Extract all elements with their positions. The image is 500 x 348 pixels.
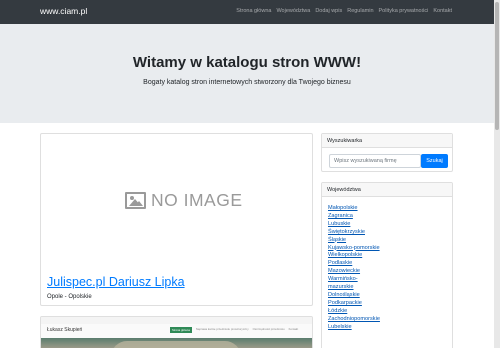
search-widget: Wyszukiwarka Szukaj bbox=[321, 133, 453, 172]
thumbnail-header: Łukasz Skupień Strona główna Naprawa kar… bbox=[41, 324, 312, 338]
listing-title-link[interactable]: Julispec.pl Dariusz Lipka bbox=[47, 275, 185, 289]
region-link[interactable]: Wielkopolskie bbox=[328, 252, 448, 260]
nav-link-terms[interactable]: Regulamin bbox=[347, 8, 373, 14]
hero-banner: Witamy w katalogu stron WWW! Bogaty kata… bbox=[0, 24, 494, 123]
thumbnail-topbar bbox=[41, 317, 312, 324]
search-widget-header: Wyszukiwarka bbox=[322, 134, 452, 148]
page-scrollbar[interactable] bbox=[494, 0, 500, 348]
listing-card: Łukasz Skupień Strona główna Naprawa kar… bbox=[40, 316, 313, 348]
region-link[interactable]: Podkarpackie bbox=[328, 300, 448, 308]
nav-link-home[interactable]: Strona główna bbox=[236, 8, 271, 14]
region-link[interactable]: Dolnośląskie bbox=[328, 292, 448, 300]
region-link[interactable]: Lubuskie bbox=[328, 221, 448, 229]
listing-location: Opole - Opolskie bbox=[47, 294, 92, 300]
nav-link-privacy[interactable]: Polityka prywatności bbox=[379, 8, 429, 14]
no-image-label: NO IMAGE bbox=[151, 190, 243, 210]
region-link[interactable]: mazurskie bbox=[328, 284, 448, 292]
site-brand-link[interactable]: www.ciam.pl bbox=[40, 6, 87, 16]
regions-list: Małopolskie Zagranica Lubuskie Świętokrz… bbox=[328, 205, 448, 332]
thumbnail-nav: Strona główna Naprawa karnie przedmiotu … bbox=[170, 327, 298, 333]
thumbnail-nav-item: Kontakt bbox=[288, 327, 299, 331]
image-placeholder-icon bbox=[125, 192, 146, 209]
nav-link-add-entry[interactable]: Dodaj wpis bbox=[315, 8, 342, 14]
listing-placeholder-image[interactable]: NO IMAGE bbox=[125, 189, 245, 219]
region-link[interactable]: Zagranica bbox=[328, 213, 448, 221]
thumbnail-nav-item: Strona główna bbox=[170, 327, 192, 333]
regions-widget-title: Województwa bbox=[327, 187, 361, 193]
top-navbar: www.ciam.pl Strona główna Województwa Do… bbox=[0, 0, 494, 24]
region-link[interactable]: Śląskie bbox=[328, 237, 448, 245]
region-link[interactable]: Warmińsko- bbox=[328, 276, 448, 284]
region-link[interactable]: Kujawsko-pomorskie bbox=[328, 245, 448, 253]
region-link[interactable]: Lubelskie bbox=[328, 324, 448, 332]
thumbnail-nav-item: Naprawa karnie przedmiotu prowizoryczny bbox=[195, 327, 249, 331]
nav-link-contact[interactable]: Kontakt bbox=[433, 8, 452, 14]
region-link[interactable]: Łódzkie bbox=[328, 308, 448, 316]
region-link[interactable]: Mazowieckie bbox=[328, 268, 448, 276]
region-link[interactable]: Podlaskie bbox=[328, 260, 448, 268]
nav-link-regions[interactable]: Województwa bbox=[276, 8, 310, 14]
hero-subtitle: Bogaty katalog stron internetowych stwor… bbox=[143, 79, 351, 86]
regions-widget-header: Województwa bbox=[322, 183, 452, 197]
thumbnail-site-name: Łukasz Skupień bbox=[47, 327, 83, 333]
regions-widget: Województwa Małopolskie Zagranica Lubusk… bbox=[321, 182, 453, 348]
listing-card: NO IMAGE Julispec.pl Dariusz Lipka Opole… bbox=[40, 133, 313, 306]
search-input[interactable] bbox=[329, 154, 421, 168]
search-button[interactable]: Szukaj bbox=[421, 154, 448, 168]
scrollbar-thumb[interactable] bbox=[495, 2, 499, 130]
region-link[interactable]: Świętokrzyskie bbox=[328, 229, 448, 237]
thumbnail-nav-item: Oszczędności przedmiotu bbox=[252, 327, 285, 331]
region-link[interactable]: Małopolskie bbox=[328, 205, 448, 213]
listing-thumbnail-image[interactable] bbox=[41, 338, 312, 348]
nav-menu: Strona główna Województwa Dodaj wpis Reg… bbox=[236, 8, 452, 14]
region-link[interactable]: Zachodniopomorskie bbox=[328, 316, 448, 324]
hero-title: Witamy w katalogu stron WWW! bbox=[132, 54, 362, 71]
search-widget-title: Wyszukiwarka bbox=[327, 138, 363, 144]
